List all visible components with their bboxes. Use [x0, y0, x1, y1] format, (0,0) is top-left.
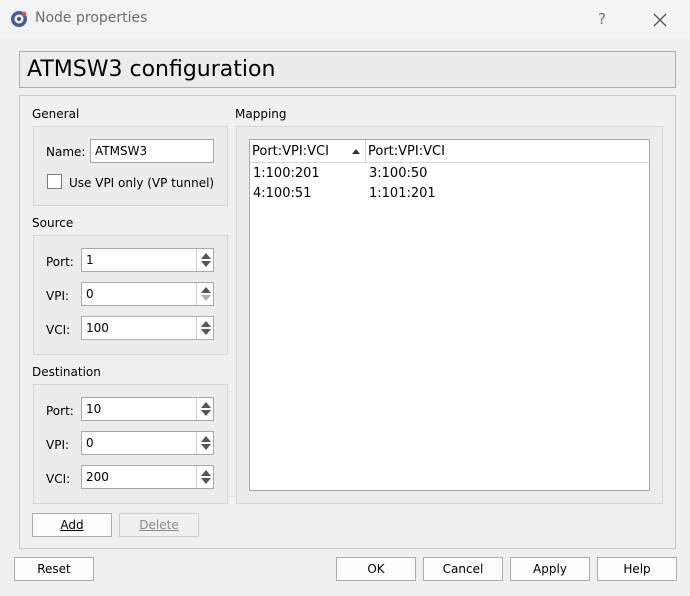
source-vci-label: VCI:	[46, 323, 71, 337]
help-button[interactable]: Help	[597, 557, 677, 581]
sort-ascending-icon	[352, 149, 360, 154]
source-port-label: Port:	[46, 255, 74, 269]
vpi-only-checkbox[interactable]	[47, 174, 62, 189]
source-port-stepper[interactable]	[196, 249, 213, 271]
help-icon[interactable]: ?	[590, 8, 614, 30]
destination-vci-label: VCI:	[46, 472, 71, 486]
mapping-table-header: Port:VPI:VCI Port:VPI:VCI	[250, 140, 649, 163]
destination-vci-value: 200	[86, 470, 109, 484]
column-header-destination[interactable]: Port:VPI:VCI	[366, 140, 566, 163]
source-port-value: 1	[86, 253, 94, 267]
mapping-row-1-destination[interactable]: 3:100:50	[369, 166, 427, 181]
destination-port-value: 10	[86, 402, 102, 416]
source-vpi-value: 0	[86, 287, 94, 301]
close-icon[interactable]	[646, 6, 674, 32]
add-button[interactable]: Add	[32, 513, 112, 537]
gns3-app-icon	[10, 10, 28, 28]
cancel-button[interactable]: Cancel	[423, 557, 503, 581]
destination-vci-stepper[interactable]	[196, 466, 213, 488]
ok-button[interactable]: OK	[336, 557, 416, 581]
delete-button[interactable]: Delete	[119, 513, 199, 537]
destination-vpi-stepper[interactable]	[196, 432, 213, 454]
name-input[interactable]: ATMSW3	[90, 139, 214, 163]
destination-vpi-spinbox[interactable]: 0	[81, 431, 214, 455]
source-vci-stepper[interactable]	[196, 317, 213, 339]
destination-vpi-label: VPI:	[46, 438, 70, 452]
add-button-label: Add	[60, 518, 84, 532]
mapping-group-title: Mapping	[235, 107, 287, 121]
source-vci-value: 100	[86, 321, 109, 335]
page-title: ATMSW3 configuration	[19, 51, 676, 88]
source-vpi-stepper[interactable]	[196, 283, 213, 305]
window-title: Node properties	[35, 10, 148, 26]
destination-vci-spinbox[interactable]: 200	[81, 465, 214, 489]
destination-port-stepper[interactable]	[196, 398, 213, 420]
general-group-title: General	[32, 107, 80, 121]
source-port-spinbox[interactable]: 1	[81, 248, 214, 272]
destination-vpi-value: 0	[86, 436, 94, 450]
vpi-only-label: Use VPI only (VP tunnel)	[69, 176, 215, 190]
name-label: Name:	[46, 145, 86, 159]
column-header-source[interactable]: Port:VPI:VCI	[250, 140, 365, 163]
destination-group-title: Destination	[32, 365, 101, 379]
destination-port-label: Port:	[46, 404, 74, 418]
delete-button-label: Delete	[139, 518, 179, 532]
mapping-table[interactable]: Port:VPI:VCI Port:VPI:VCI 1:100:201 3:10…	[249, 139, 650, 491]
source-group-title: Source	[32, 216, 74, 230]
general-group	[33, 126, 228, 206]
source-vpi-spinbox[interactable]: 0	[81, 282, 214, 306]
destination-port-spinbox[interactable]: 10	[81, 397, 214, 421]
title-bar: Node properties ?	[0, 0, 690, 38]
mapping-row-2-destination[interactable]: 1:101:201	[369, 186, 436, 201]
mapping-row-2-source[interactable]: 4:100:51	[253, 186, 311, 201]
source-vci-spinbox[interactable]: 100	[81, 316, 214, 340]
apply-button[interactable]: Apply	[510, 557, 590, 581]
mapping-row-1-source[interactable]: 1:100:201	[253, 166, 320, 181]
source-vpi-label: VPI:	[46, 289, 70, 303]
reset-button[interactable]: Reset	[14, 557, 94, 581]
